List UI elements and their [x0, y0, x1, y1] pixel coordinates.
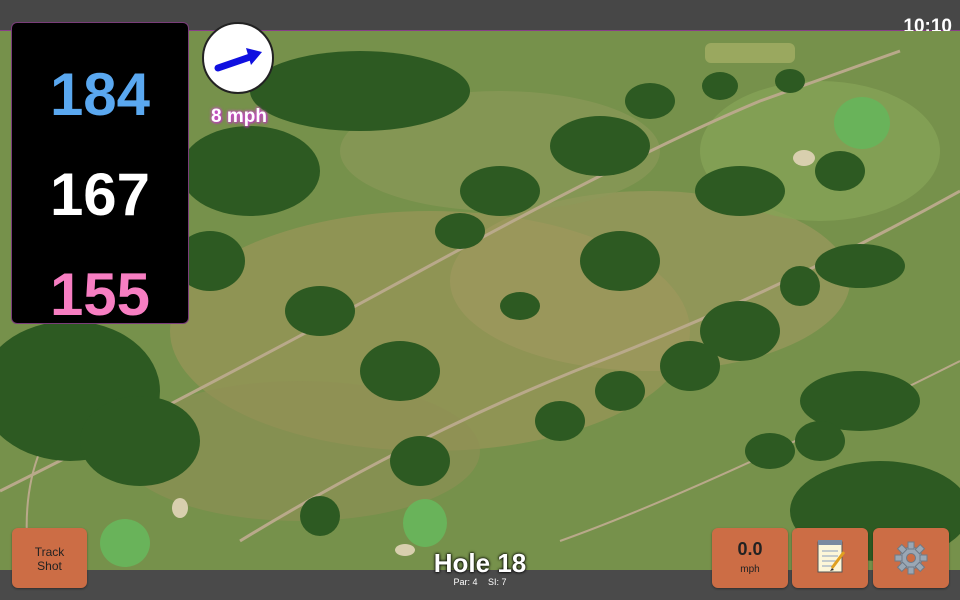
- hole-info: Par: 4 SI: 7: [380, 577, 580, 587]
- hole-title: Hole 18: [433, 548, 527, 578]
- notepad-icon: [817, 540, 846, 573]
- gear-icon: [894, 541, 928, 575]
- distance-panel: 184 167 155: [11, 22, 189, 328]
- notes-button[interactable]: [792, 528, 868, 588]
- wind-speed-label: 8 mph: [211, 106, 267, 127]
- arrow-icon: [214, 48, 262, 72]
- stroke-index-label: SI: 7: [488, 577, 507, 587]
- track-shot-button[interactable]: Track Shot: [12, 528, 87, 588]
- wind-speed-button[interactable]: 0.0 mph: [712, 528, 788, 588]
- wind-speed-value: 0.0: [737, 539, 763, 559]
- back-distance: 184: [49, 61, 151, 128]
- settings-button[interactable]: [873, 528, 949, 588]
- track-shot-label-line1: Track: [34, 545, 65, 559]
- front-distance: 155: [49, 261, 151, 328]
- wind-speed-unit: mph: [740, 564, 760, 575]
- wind-direction-indicator: [202, 22, 274, 94]
- middle-distance: 167: [49, 161, 151, 228]
- track-shot-label-line2: Shot: [37, 559, 62, 573]
- par-label: Par: 4: [453, 577, 478, 587]
